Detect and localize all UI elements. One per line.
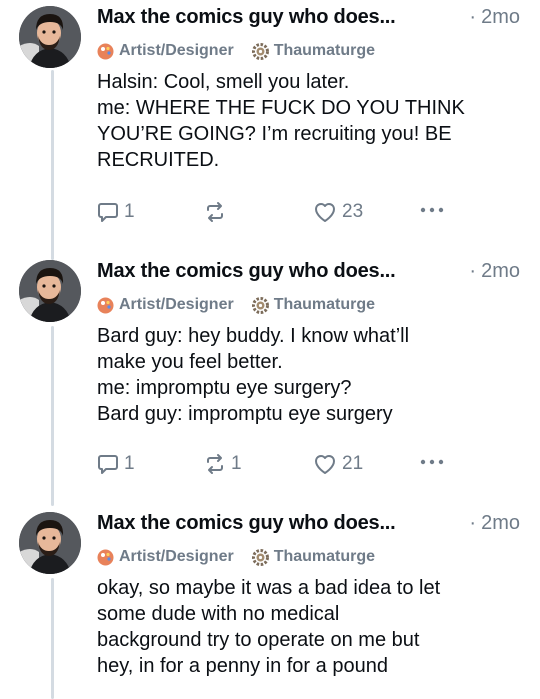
more-options-button[interactable] xyxy=(420,459,444,465)
palette-icon xyxy=(97,297,114,314)
heart-icon xyxy=(315,203,335,222)
palette-icon xyxy=(97,549,114,566)
badge-label: Thaumaturge xyxy=(273,548,376,565)
gear-icon xyxy=(251,42,269,60)
palette-icon xyxy=(97,43,114,60)
post-actions: 1 23 xyxy=(97,201,457,225)
post-timestamp[interactable]: · 2mo xyxy=(469,512,520,535)
post-line: me: WHERE THE FUCK DO YOU THINK xyxy=(97,97,465,119)
badge-thaumaturge: Thaumaturge xyxy=(251,296,376,314)
like-button[interactable]: 23 xyxy=(313,201,363,223)
post-line: Bard guy: impromptu eye surgery xyxy=(97,403,393,425)
post[interactable]: Max the comics guy who does... · 2mo Arti… xyxy=(0,6,540,246)
post-line: Bard guy: hey buddy. I know what’ll xyxy=(97,325,410,347)
badge-label: Artist/Designer xyxy=(119,548,234,565)
post[interactable]: Max the comics guy who does... · 2mo Arti… xyxy=(0,260,540,490)
post-header: Max the comics guy who does... · 2mo xyxy=(97,512,522,542)
more-options-icon xyxy=(420,207,444,213)
post-text: Bard guy: hey buddy. I know what’ll make… xyxy=(97,323,522,427)
repost-button[interactable] xyxy=(204,201,231,223)
post-line: make you feel better. xyxy=(97,351,283,373)
reply-icon xyxy=(98,455,118,474)
badge-thaumaturge: Thaumaturge xyxy=(251,42,376,60)
post-line: okay, so maybe it was a bad idea to let xyxy=(97,577,441,599)
post[interactable]: Max the comics guy who does... · 2mo Arti… xyxy=(0,512,540,699)
repost-button[interactable]: 1 xyxy=(204,453,242,475)
timestamp-value[interactable]: 2mo xyxy=(481,512,520,534)
gear-icon xyxy=(251,296,269,314)
gear-icon xyxy=(251,548,269,566)
like-count: 21 xyxy=(342,453,364,474)
post-line: some dude with no medical xyxy=(97,603,340,625)
avatar[interactable] xyxy=(19,260,81,322)
avatar[interactable] xyxy=(19,6,81,68)
reply-count: 1 xyxy=(124,453,135,474)
author-name[interactable]: Max the comics guy who does... xyxy=(97,6,396,29)
reply-icon xyxy=(98,203,118,222)
heart-icon xyxy=(315,455,335,474)
author-name[interactable]: Max the comics guy who does... xyxy=(97,512,396,535)
badge-label: Artist/Designer xyxy=(119,296,234,313)
reply-button[interactable]: 1 xyxy=(97,453,135,475)
post-text: Halsin: Cool, smell you later. me: WHERE… xyxy=(97,69,522,173)
badges: Artist/Designer Thaumaturge xyxy=(97,546,393,568)
post-line: RECRUITED. xyxy=(97,149,220,171)
post-line: YOU’RE GOING? I’m recruiting you! BE xyxy=(97,123,452,145)
like-count: 23 xyxy=(342,201,364,222)
badges: Artist/Designer Thaumaturge xyxy=(97,294,393,316)
avatar[interactable] xyxy=(19,512,81,574)
post-line: background try to operate on me but xyxy=(97,629,420,651)
badge-label: Thaumaturge xyxy=(273,296,376,313)
timestamp-value[interactable]: 2mo xyxy=(481,260,520,282)
post-header: Max the comics guy who does... · 2mo xyxy=(97,260,522,290)
author-name[interactable]: Max the comics guy who does... xyxy=(97,260,396,283)
repost-icon xyxy=(207,454,223,474)
reply-count: 1 xyxy=(124,201,135,222)
like-button[interactable]: 21 xyxy=(313,453,363,475)
post-line: Halsin: Cool, smell you later. xyxy=(97,71,350,93)
post-timestamp[interactable]: · 2mo xyxy=(469,260,520,283)
timestamp-value[interactable]: 2mo xyxy=(481,6,520,28)
post-actions: 1 1 21 xyxy=(97,453,457,477)
reply-button[interactable]: 1 xyxy=(97,201,135,223)
post-line: hey, in for a penny in for a pound xyxy=(97,655,388,677)
badge-thaumaturge: Thaumaturge xyxy=(251,548,376,566)
repost-count: 1 xyxy=(231,453,242,474)
badge-artist: Artist/Designer xyxy=(97,296,234,314)
badge-label: Artist/Designer xyxy=(119,42,234,59)
badge-label: Thaumaturge xyxy=(273,42,376,59)
post-timestamp[interactable]: · 2mo xyxy=(469,6,520,29)
badges: Artist/Designer Thaumaturge xyxy=(97,40,393,62)
post-header: Max the comics guy who does... · 2mo xyxy=(97,6,522,36)
more-options-button[interactable] xyxy=(420,207,444,213)
post-line: me: impromptu eye surgery? xyxy=(97,377,352,399)
badge-artist: Artist/Designer xyxy=(97,548,234,566)
post-text: okay, so maybe it was a bad idea to let … xyxy=(97,575,522,679)
more-options-icon xyxy=(420,459,444,465)
badge-artist: Artist/Designer xyxy=(97,42,234,60)
repost-icon xyxy=(207,202,223,222)
